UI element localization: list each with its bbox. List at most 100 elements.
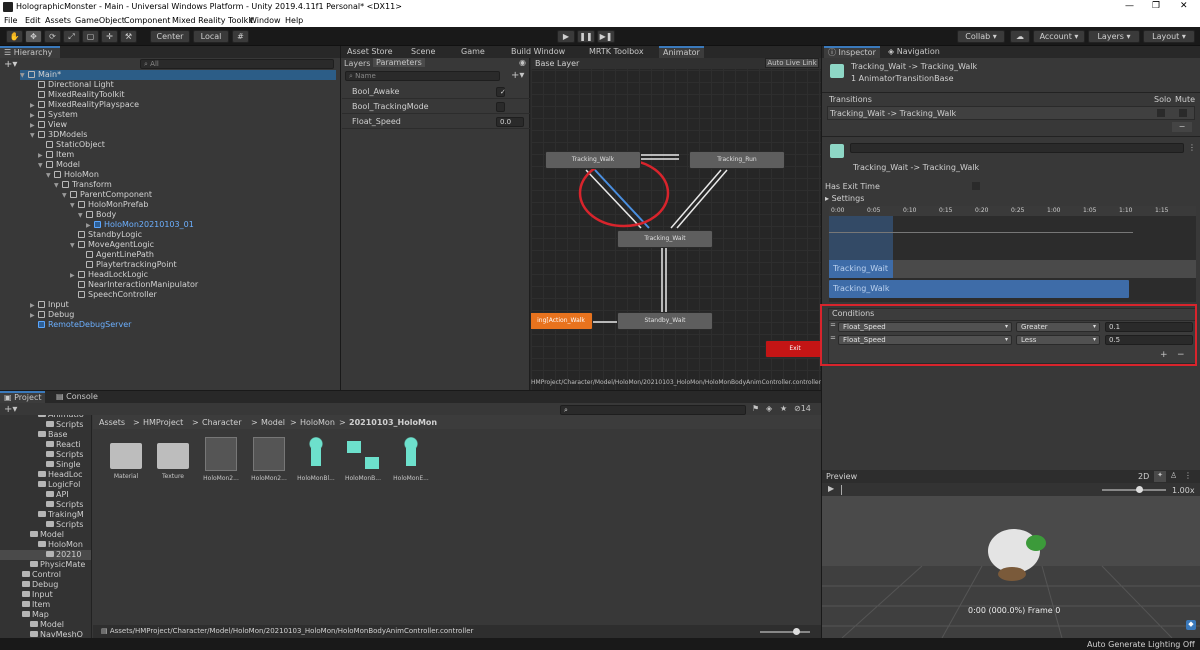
breadcrumb-item[interactable]: 20210103_HoloMon: [349, 418, 437, 427]
hierarchy-row[interactable]: ▶ HeadLockLogic: [70, 270, 148, 280]
folder-tree-item[interactable]: Model: [30, 620, 64, 630]
selected-transition-wait-walk[interactable]: [594, 169, 650, 229]
breadcrumb-item[interactable]: HoloMon: [300, 418, 335, 427]
hierarchy-row[interactable]: ▶ View: [30, 120, 67, 130]
preview-viewport[interactable]: [822, 496, 1200, 638]
add-object-button[interactable]: +▾: [4, 59, 17, 70]
folder-tree-item[interactable]: 20210: [0, 550, 91, 560]
preview-pivot-icon[interactable]: ✦: [1154, 471, 1166, 482]
menu-help[interactable]: Help: [285, 16, 303, 25]
pause-button[interactable]: ❚❚: [577, 30, 595, 43]
menu-window[interactable]: Window: [249, 16, 281, 25]
folder-tree-item[interactable]: Debug: [22, 580, 58, 590]
move-tool-icon[interactable]: ✥: [25, 30, 42, 43]
tab-navigation[interactable]: ◈ Navigation: [884, 46, 944, 58]
account-dropdown[interactable]: Account ▾: [1033, 30, 1085, 43]
transition-name-field[interactable]: [850, 143, 1184, 153]
scale-tool-icon[interactable]: ⤢: [63, 30, 80, 43]
hierarchy-row[interactable]: ▶ MixedRealityPlayspace: [30, 100, 139, 110]
tab-build-window[interactable]: Build Window: [507, 46, 569, 58]
layers-subtab[interactable]: Layers: [344, 59, 370, 68]
space-local-button[interactable]: Local: [193, 30, 229, 43]
state-tracking-walk[interactable]: Tracking_Walk: [545, 151, 641, 169]
menu-gameobject[interactable]: GameObject: [75, 16, 125, 25]
folder-tree-item[interactable]: Scripts: [46, 450, 83, 460]
hierarchy-row[interactable]: ▶ System: [30, 110, 78, 120]
transform-tool-icon[interactable]: ✛: [101, 30, 118, 43]
layout-dropdown[interactable]: Layout ▾: [1143, 30, 1195, 43]
preview-speed-slider[interactable]: [1102, 489, 1166, 491]
hierarchy-row[interactable]: ▼ Body: [78, 210, 116, 220]
foldout-arrow-icon[interactable]: ▼: [46, 171, 54, 181]
preview-scrubber[interactable]: [841, 485, 842, 495]
step-button[interactable]: ▶❚: [597, 30, 615, 43]
folder-tree-item[interactable]: TrakingM: [38, 510, 84, 520]
menu-edit[interactable]: Edit: [25, 16, 41, 25]
has-exit-time-checkbox[interactable]: [972, 182, 980, 190]
folder-tree-item[interactable]: HoloMon: [38, 540, 83, 550]
remove-transition-button[interactable]: −: [1172, 122, 1192, 132]
settings-foldout[interactable]: ▸ Settings: [825, 194, 864, 203]
preview-speed-handle[interactable]: [1136, 486, 1143, 493]
folder-tree-item[interactable]: Item: [22, 600, 50, 610]
foldout-arrow-icon[interactable]: ▼: [54, 181, 62, 191]
tab-console[interactable]: ▤ Console: [52, 391, 102, 403]
rect-tool-icon[interactable]: ▢: [82, 30, 99, 43]
preview-avatar-icon[interactable]: ♙: [1170, 471, 1177, 480]
hierarchy-row[interactable]: ▼ Main*: [20, 70, 336, 80]
parameters-subtab[interactable]: Parameters: [373, 58, 425, 67]
hierarchy-row[interactable]: Directional Light: [30, 80, 114, 90]
parameter-row[interactable]: Bool_Awake ✓: [342, 85, 530, 99]
maximize-button[interactable]: ❐: [1152, 1, 1160, 11]
hierarchy-row[interactable]: ▶ Item: [38, 150, 74, 160]
hierarchy-row[interactable]: ▶ HoloMon20210103_01: [86, 220, 194, 230]
breadcrumb-item[interactable]: Assets: [99, 418, 125, 427]
animator-graph[interactable]: Base Layer Auto Live Link Tracking_Walk …: [531, 58, 821, 390]
menu-mrtk[interactable]: Mixed Reality Toolkit: [172, 16, 254, 25]
hierarchy-row[interactable]: SpeechController: [70, 290, 157, 300]
grid-snap-icon[interactable]: #: [232, 30, 249, 43]
tab-asset-store[interactable]: Asset Store: [343, 46, 397, 58]
hierarchy-row[interactable]: StaticObject: [38, 140, 105, 150]
folder-tree-item[interactable]: API: [46, 490, 69, 500]
more-options-icon[interactable]: ⋮: [1188, 143, 1196, 152]
folder-tree-item[interactable]: Scripts: [46, 520, 83, 530]
folder-tree-item[interactable]: Base: [38, 430, 67, 440]
folder-tree-item[interactable]: NavMeshO: [30, 630, 83, 638]
hierarchy-row[interactable]: ▼ HoloMonPrefab: [70, 200, 148, 210]
close-button[interactable]: ✕: [1180, 1, 1188, 11]
minimize-button[interactable]: —: [1125, 1, 1134, 11]
favorite-icon[interactable]: ★: [780, 404, 787, 413]
asset-material-folder[interactable]: Material: [104, 437, 148, 480]
thumbnail-size-handle[interactable]: [793, 628, 800, 635]
asset-holomon-extra[interactable]: HoloMonE...: [389, 437, 433, 482]
transition-run-wait[interactable]: [670, 169, 722, 229]
foldout-arrow-icon[interactable]: ▼: [62, 191, 70, 201]
asset-holomon-model-2[interactable]: HoloMon2...: [247, 437, 291, 482]
asset-holomon-model-1[interactable]: HoloMon2...: [199, 437, 243, 482]
folder-tree-item[interactable]: Single: [46, 460, 81, 470]
folder-tree-item[interactable]: Reacti: [46, 440, 81, 450]
cloud-icon[interactable]: ☁: [1010, 30, 1030, 43]
tab-project[interactable]: ▣ Project: [0, 391, 46, 403]
tab-mrtk-toolbox[interactable]: MRTK Toolbox: [585, 46, 648, 58]
mute-checkbox[interactable]: [1179, 109, 1187, 117]
asset-texture-folder[interactable]: Texture: [151, 437, 195, 480]
asset-holomon-controller[interactable]: HoloMonB...: [341, 437, 385, 482]
play-button[interactable]: ▶: [557, 30, 575, 43]
transition-timeline[interactable]: 0:00 0:05 0:10 0:15 0:20 0:25 1:00 1:05 1:10 1:15…: [829, 206, 1196, 302]
transition-wait-run[interactable]: [676, 169, 728, 229]
custom-tool-icon[interactable]: ⚒: [120, 30, 137, 43]
collab-button[interactable]: Collab ▾: [957, 30, 1005, 43]
create-asset-button[interactable]: +▾: [4, 404, 17, 415]
foldout-arrow-icon[interactable]: ▼: [70, 201, 78, 211]
breadcrumb-item[interactable]: Model: [261, 418, 285, 427]
hierarchy-row[interactable]: RemoteDebugServer: [30, 320, 131, 330]
hierarchy-search-input[interactable]: ⌕ All: [140, 59, 334, 69]
folder-tree-item[interactable]: Scripts: [46, 420, 83, 430]
menu-file[interactable]: File: [4, 16, 17, 25]
hierarchy-row[interactable]: PlaytertrackingPoint: [78, 260, 177, 270]
parameter-search-input[interactable]: ⌕ Name: [345, 71, 500, 81]
preview-play-button[interactable]: ▶: [828, 484, 834, 493]
solo-checkbox[interactable]: [1157, 109, 1165, 117]
